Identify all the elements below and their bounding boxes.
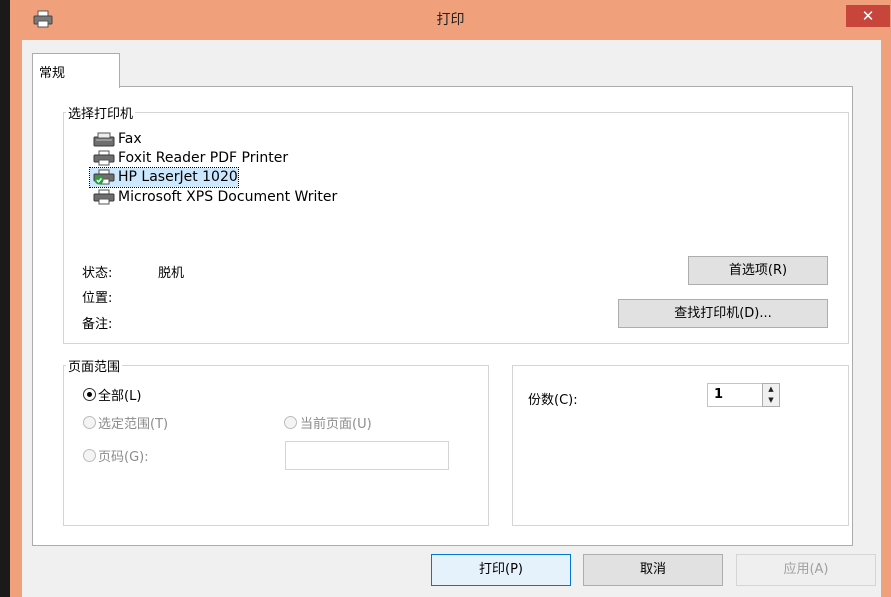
window-edge <box>0 0 10 597</box>
page-range-group-label: 页面范围 <box>66 356 123 375</box>
close-icon: ✕ <box>861 7 875 25</box>
printer-item-fax[interactable]: Fax <box>90 130 142 149</box>
copies-label: 份数(C): <box>528 393 578 408</box>
copies-spinner[interactable]: ▲ ▼ <box>762 383 780 407</box>
fax-icon <box>92 131 116 147</box>
window-title: 打印 <box>436 12 465 28</box>
radio-selection[interactable] <box>83 416 96 429</box>
tab-general[interactable]: 常规 <box>32 53 120 88</box>
cancel-button[interactable]: 取消 <box>583 554 723 586</box>
status-value: 脱机 <box>158 266 185 281</box>
spin-up-icon[interactable]: ▲ <box>763 384 779 395</box>
radio-all-pages-label: 全部(L) <box>98 389 142 404</box>
printer-item-foxit[interactable]: Foxit Reader PDF Printer <box>90 149 288 168</box>
radio-selection-label: 选定范围(T) <box>98 417 169 432</box>
location-label: 位置: <box>82 291 113 306</box>
printer-icon <box>92 189 116 205</box>
comment-label: 备注: <box>82 317 113 332</box>
tab-general-label: 常规 <box>39 66 66 81</box>
copies-input[interactable]: 1 <box>707 383 763 407</box>
preferences-button[interactable]: 首选项(R) <box>688 256 828 285</box>
printer-name: HP LaserJet 1020 <box>118 169 238 185</box>
apply-button[interactable]: 应用(A) <box>736 554 876 586</box>
pages-input[interactable] <box>285 441 449 470</box>
radio-pages-label: 页码(G): <box>98 450 149 465</box>
printer-default-icon <box>92 169 116 185</box>
printer-name: Microsoft XPS Document Writer <box>118 189 338 205</box>
radio-current-page[interactable] <box>284 416 297 429</box>
printer-icon <box>92 150 116 166</box>
title-bar[interactable]: 打印 ✕ <box>10 0 891 40</box>
radio-current-page-label: 当前页面(U) <box>300 417 372 432</box>
print-button[interactable]: 打印(P) <box>431 554 571 586</box>
printer-item-xps[interactable]: Microsoft XPS Document Writer <box>90 188 337 207</box>
radio-all-pages[interactable] <box>83 388 96 401</box>
radio-pages[interactable] <box>83 449 96 462</box>
status-label: 状态: <box>82 266 113 281</box>
spin-down-icon[interactable]: ▼ <box>763 395 779 406</box>
select-printer-group-label: 选择打印机 <box>66 103 136 122</box>
printer-item-hp-laserjet[interactable]: HP LaserJet 1020 <box>89 167 239 188</box>
close-button[interactable]: ✕ <box>846 5 890 27</box>
find-printer-button[interactable]: 查找打印机(D)... <box>618 299 828 328</box>
printer-name: Foxit Reader PDF Printer <box>118 150 289 166</box>
printer-name: Fax <box>118 131 142 147</box>
